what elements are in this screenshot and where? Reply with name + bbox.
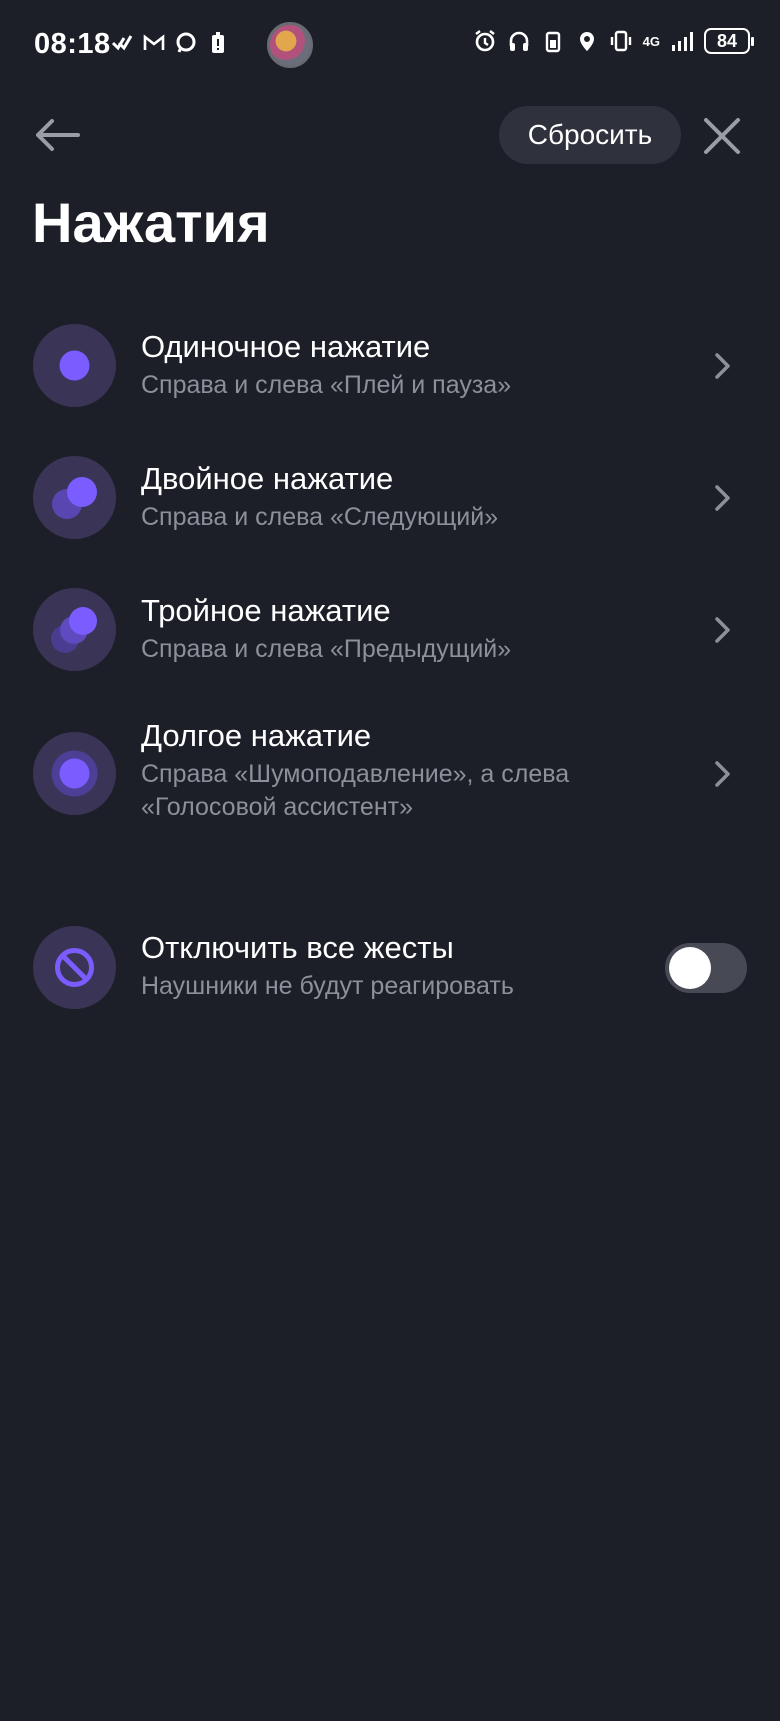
vibrate-icon <box>610 30 631 52</box>
chevron-right-icon <box>715 761 730 787</box>
network-type: 4G <box>642 33 660 49</box>
triple-tap-icon <box>33 588 116 671</box>
notification-icons <box>110 30 230 56</box>
toggle-knob <box>669 947 711 989</box>
item-subtitle-line1: Справа «Шумоподавление», а слева <box>141 760 570 788</box>
item-subtitle: Справа и слева «Плей и пауза» <box>141 371 512 399</box>
disable-all-toggle[interactable] <box>665 943 747 993</box>
close-icon[interactable] <box>700 114 744 158</box>
chat-bubble-icon <box>176 32 196 53</box>
page-title: Нажатия <box>32 191 270 254</box>
item-title: Одиночное нажатие <box>141 329 431 364</box>
list-item-triple-tap[interactable]: Тройное нажатие Справа и слева «Предыдущ… <box>0 584 780 704</box>
item-title: Тройное нажатие <box>141 593 391 628</box>
signal-icon <box>672 32 693 51</box>
list-item-double-tap[interactable]: Двойное нажатие Справа и слева «Следующи… <box>0 452 780 572</box>
list-item-long-press[interactable]: Долгое нажатие Справа «Шумоподавление», … <box>0 716 780 866</box>
item-title: Долгое нажатие <box>141 718 372 753</box>
chevron-right-icon <box>715 353 730 379</box>
floating-app-avatar[interactable] <box>267 22 313 68</box>
battery-icon: 84 <box>704 28 754 54</box>
double-tap-icon <box>33 456 116 539</box>
system-icons: 4G 84 <box>473 28 754 54</box>
item-subtitle: Справа и слева «Следующий» <box>141 503 499 531</box>
item-subtitle: Наушники не будут реагировать <box>141 972 514 1000</box>
item-title: Отключить все жесты <box>141 930 454 965</box>
item-title: Двойное нажатие <box>141 461 394 496</box>
headphone-battery-icon <box>545 31 560 53</box>
location-icon <box>579 32 594 51</box>
list-item-disable-all[interactable]: Отключить все жесты Наушники не будут ре… <box>0 920 780 1040</box>
top-app-bar: Сбросить <box>0 100 780 170</box>
headphones-icon <box>509 31 528 51</box>
alarm-icon <box>474 30 495 52</box>
chevron-right-icon <box>715 617 730 643</box>
gmail-icon <box>143 34 165 50</box>
list-item-single-tap[interactable]: Одиночное нажатие Справа и слева «Плей и… <box>0 320 780 440</box>
item-subtitle-line2: «Голосовой ассистент» <box>141 793 413 821</box>
item-subtitle: Справа и слева «Предыдущий» <box>141 635 512 663</box>
chevron-right-icon <box>715 485 730 511</box>
reset-button[interactable]: Сбросить <box>499 106 681 164</box>
status-time: 08:18 <box>34 28 111 60</box>
back-arrow-icon[interactable] <box>30 114 86 156</box>
long-press-icon <box>33 732 116 815</box>
checkmark-app-icon <box>111 35 133 51</box>
single-tap-icon <box>33 324 116 407</box>
status-bar: 08:18 4G 84 <box>0 0 780 92</box>
disable-icon <box>33 926 116 1009</box>
battery-alert-icon <box>212 32 224 53</box>
